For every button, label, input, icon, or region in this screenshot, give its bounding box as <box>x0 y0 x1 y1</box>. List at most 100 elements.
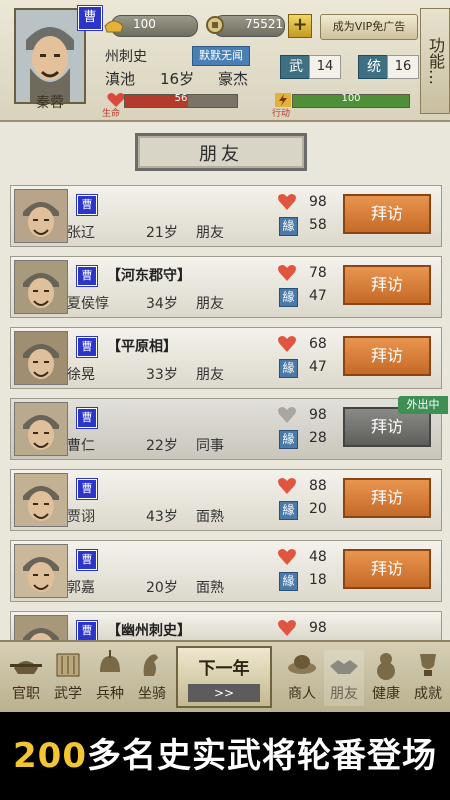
player-avatar-art <box>16 10 84 102</box>
friend-faction-badge: 曹 <box>77 195 97 215</box>
stat-martial-label: 武 <box>280 55 312 79</box>
friend-relation: 面熟 <box>196 509 224 525</box>
stat-martial-value: 14 <box>309 55 341 79</box>
general-portrait-art <box>15 261 67 313</box>
visit-button[interactable]: 拜访 <box>343 336 431 376</box>
friend-row[interactable]: 曹【幽州刺史】 98 <box>10 611 442 669</box>
fate-value: 20 <box>309 501 327 517</box>
fate-value: 18 <box>309 572 327 588</box>
merchant-hat-icon <box>288 655 316 674</box>
nav-merchant[interactable]: 商人 <box>282 650 322 706</box>
stat-command-label: 统 <box>358 55 390 79</box>
player-age: 16岁 <box>160 70 195 88</box>
friend-row[interactable]: 曹【河东郡守】 夏侯惇 34岁 朋友 78 緣 47 拜访 <box>10 256 442 318</box>
visit-button[interactable]: 拜访 <box>343 194 431 234</box>
next-year-button[interactable]: 下一年 >> <box>176 646 272 708</box>
player-location: 滇池 <box>105 70 136 88</box>
general-portrait-art <box>15 474 67 526</box>
nav-health[interactable]: 健康 <box>366 650 406 706</box>
coin-icon <box>206 16 224 34</box>
fate-icon: 緣 <box>279 288 298 307</box>
friend-relation: 面熟 <box>196 580 224 596</box>
affection-heart-icon <box>278 336 296 352</box>
scroll-icon <box>56 653 80 677</box>
friend-faction-badge: 曹 <box>77 337 97 357</box>
hp-bar-group: 56 生命 <box>100 92 250 119</box>
friend-faction-badge: 曹 <box>77 621 97 641</box>
general-portrait-art <box>15 190 67 242</box>
gold-ingot-icon <box>104 20 124 33</box>
nav-martial[interactable]: 武学 <box>48 650 88 706</box>
affection-value: 98 <box>309 194 327 210</box>
coins-display: 75521 <box>205 14 285 37</box>
action-bar: 100 <box>292 93 410 108</box>
fate-icon: 緣 <box>279 217 298 236</box>
friend-portrait[interactable] <box>14 189 68 243</box>
friend-row[interactable]: 曹郭嘉 20岁 面熟 48 緣 18 拜访 <box>10 540 442 602</box>
friend-faction-badge: 曹 <box>77 408 97 428</box>
friend-faction-badge: 曹 <box>77 550 97 570</box>
visit-button[interactable]: 拜访 <box>343 549 431 589</box>
nav-friends[interactable]: 朋友 <box>324 650 364 706</box>
friend-portrait[interactable] <box>14 473 68 527</box>
visit-button[interactable]: 拜访 <box>343 265 431 305</box>
friend-portrait[interactable] <box>14 260 68 314</box>
affection-value: 48 <box>309 549 327 565</box>
friend-faction-badge: 曹 <box>77 479 97 499</box>
friend-portrait[interactable] <box>14 402 68 456</box>
friend-age: 22岁 <box>146 438 178 454</box>
fate-value: 47 <box>309 288 327 304</box>
friend-row[interactable]: 曹张辽 21岁 朋友 98 緣 58 拜访 <box>10 185 442 247</box>
promo-banner-text: 200多名史实武将轮番登场 <box>0 728 450 777</box>
friend-age: 34岁 <box>146 296 178 312</box>
handshake-icon <box>330 660 358 674</box>
friend-portrait[interactable] <box>14 544 68 598</box>
nav-official[interactable]: 官职 <box>6 650 46 706</box>
nav-troops[interactable]: 兵种 <box>90 650 130 706</box>
player-portrait[interactable] <box>14 8 86 104</box>
hp-bar: 56 <box>124 93 238 108</box>
friend-name: 曹仁 <box>67 438 95 454</box>
affection-value: 98 <box>309 620 327 636</box>
fate-icon: 緣 <box>279 430 298 449</box>
friend-portrait[interactable] <box>14 331 68 385</box>
nav-achievement[interactable]: 成就 <box>408 650 448 706</box>
trophy-icon <box>420 654 436 676</box>
fate-icon: 緣 <box>279 501 298 520</box>
friend-faction-badge: 曹 <box>77 266 97 286</box>
helmet-icon <box>100 650 120 672</box>
affection-heart-icon <box>278 478 296 494</box>
fate-value: 58 <box>309 217 327 233</box>
visit-button[interactable]: 拜访 <box>343 478 431 518</box>
vip-button[interactable]: 成为VIP免广告 <box>320 14 418 40</box>
friend-age: 21岁 <box>146 225 178 241</box>
friend-name: 郭嘉 <box>67 580 95 596</box>
friend-row[interactable]: 曹曹仁 22岁 同事 98 緣 28 拜访 <box>10 398 442 460</box>
friend-age: 43岁 <box>146 509 178 525</box>
gold-display: 100 <box>103 14 198 37</box>
general-portrait-art <box>15 403 67 455</box>
horse-icon <box>143 654 158 676</box>
nav-mount[interactable]: 坐骑 <box>132 650 172 706</box>
fate-value: 47 <box>309 359 327 375</box>
friend-name: 夏侯惇 <box>67 296 109 312</box>
affection-heart-icon <box>278 549 296 565</box>
affection-heart-icon <box>278 407 296 423</box>
affection-heart-icon <box>278 194 296 210</box>
friend-relation: 朋友 <box>196 367 224 383</box>
player-faction-badge: 曹 <box>78 6 102 30</box>
action-bar-group: 100 行动 <box>270 92 420 119</box>
general-portrait-art <box>15 332 67 384</box>
promo-caption: 多名史实武将轮番登场 <box>86 736 437 776</box>
add-currency-button[interactable]: + <box>288 14 312 38</box>
function-menu-button[interactable]: 功能… <box>420 8 450 114</box>
friend-name: 张辽 <box>67 225 95 241</box>
player-class: 豪杰 <box>218 70 249 88</box>
friend-age: 33岁 <box>146 367 178 383</box>
friends-title: 朋友 <box>135 133 307 171</box>
friend-row[interactable]: 曹贾诩 43岁 面熟 88 緣 20 拜访 <box>10 469 442 531</box>
player-name: 秦蓉 <box>36 95 64 111</box>
friend-row[interactable]: 曹【平原相】 徐晃 33岁 朋友 68 緣 47 拜访 <box>10 327 442 389</box>
friend-title: 【河东郡守】 <box>107 268 191 284</box>
fate-value: 28 <box>309 430 327 446</box>
